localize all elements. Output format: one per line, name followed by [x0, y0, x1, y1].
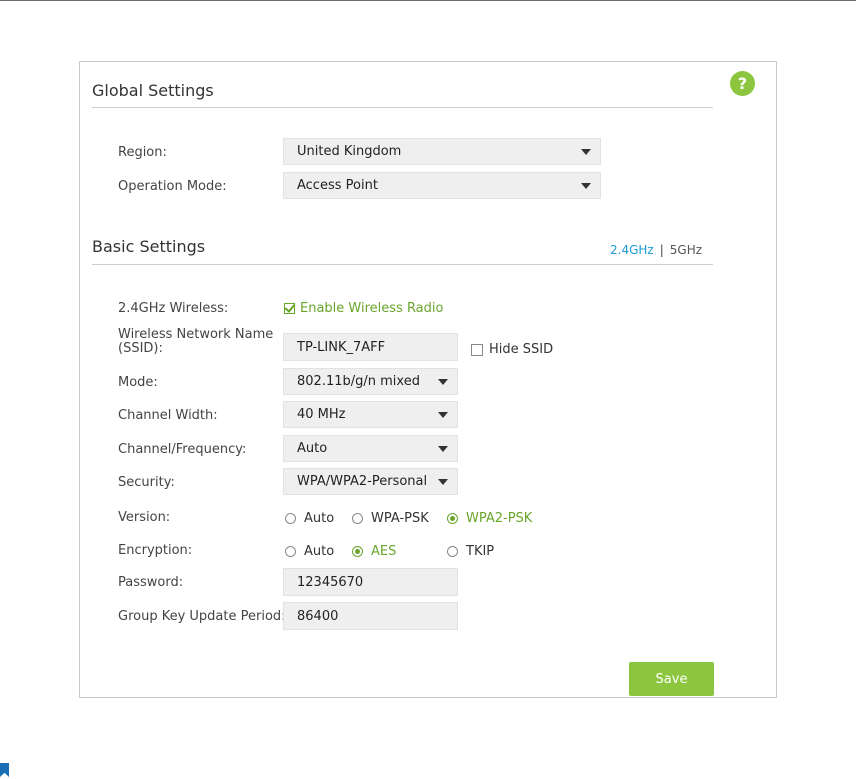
wireless-label: 2.4GHz Wireless:: [118, 301, 229, 316]
checkbox-checked-icon: [284, 303, 295, 314]
ssid-label-line1: Wireless Network Name: [118, 327, 274, 342]
encryption-radio-tkip[interactable]: TKIP: [447, 544, 494, 559]
operation-mode-select[interactable]: Access Point: [283, 172, 601, 199]
encryption-radio-auto[interactable]: Auto: [285, 544, 334, 559]
version-radio-auto[interactable]: Auto: [285, 511, 334, 526]
encryption-option-tkip: TKIP: [466, 544, 495, 559]
chevron-down-icon: [438, 446, 448, 452]
group-key-label: Group Key Update Period:: [118, 609, 286, 624]
band-tabs: 2.4GHz | 5GHz: [610, 243, 702, 257]
mode-value: 802.11b/g/n mixed: [297, 374, 420, 389]
radio-unchecked-icon: [285, 546, 296, 557]
version-option-auto: Auto: [304, 511, 335, 526]
ssid-label: Wireless Network Name (SSID):: [118, 328, 273, 356]
basic-settings-divider: [92, 264, 713, 265]
band-tab-separator: |: [659, 243, 664, 257]
password-value: 12345670: [297, 574, 364, 590]
encryption-label: Encryption:: [118, 543, 193, 558]
chevron-down-icon: [438, 479, 448, 485]
ssid-label-line2: (SSID):: [118, 341, 163, 356]
chevron-down-icon: [438, 379, 448, 385]
radio-unchecked-icon: [285, 513, 296, 524]
channel-width-value: 40 MHz: [297, 407, 346, 422]
mode-select[interactable]: 802.11b/g/n mixed: [283, 368, 458, 395]
chevron-down-icon: [581, 149, 591, 155]
security-select[interactable]: WPA/WPA2-Personal: [283, 468, 458, 495]
channel-width-label: Channel Width:: [118, 408, 218, 423]
version-option-wpa2-psk: WPA2-PSK: [466, 511, 533, 526]
security-label: Security:: [118, 475, 175, 490]
checkbox-unchecked-icon: [471, 343, 483, 356]
password-input[interactable]: 12345670: [283, 568, 458, 596]
global-settings-divider: [92, 107, 713, 108]
region-value: United Kingdom: [297, 144, 402, 159]
tab-5ghz[interactable]: 5GHz: [670, 243, 702, 257]
radio-unchecked-icon: [352, 513, 363, 524]
operation-mode-label: Operation Mode:: [118, 179, 227, 194]
channel-width-select[interactable]: 40 MHz: [283, 401, 458, 428]
basic-settings-title: Basic Settings: [92, 237, 206, 256]
hide-ssid-checkbox[interactable]: Hide SSID: [471, 342, 553, 357]
group-key-input[interactable]: 86400: [283, 602, 458, 630]
mode-label: Mode:: [118, 375, 158, 390]
group-key-value: 86400: [297, 608, 339, 624]
radio-checked-icon: [447, 513, 458, 524]
chevron-down-icon: [581, 183, 591, 189]
tab-2-4ghz[interactable]: 2.4GHz: [610, 243, 654, 257]
channel-frequency-value: Auto: [297, 441, 328, 456]
enable-wireless-radio-label: Enable Wireless Radio: [300, 301, 444, 316]
chevron-down-icon: [438, 412, 448, 418]
password-label: Password:: [118, 575, 184, 590]
channel-frequency-label: Channel/Frequency:: [118, 442, 247, 457]
encryption-option-auto: Auto: [304, 544, 335, 559]
encryption-radio-aes[interactable]: AES: [352, 544, 396, 559]
help-icon[interactable]: ?: [730, 71, 755, 96]
enable-wireless-radio-checkbox[interactable]: Enable Wireless Radio: [284, 301, 443, 316]
ssid-value: TP-LINK_7AFF: [297, 339, 386, 355]
channel-frequency-select[interactable]: Auto: [283, 435, 458, 462]
version-radio-wpa-psk[interactable]: WPA-PSK: [352, 511, 429, 526]
region-select[interactable]: United Kingdom: [283, 138, 601, 165]
top-divider: [0, 0, 856, 1]
global-settings-title: Global Settings: [92, 81, 214, 100]
operation-mode-value: Access Point: [297, 178, 378, 193]
security-value: WPA/WPA2-Personal: [297, 474, 428, 489]
region-label: Region:: [118, 145, 167, 160]
ssid-input[interactable]: TP-LINK_7AFF: [283, 333, 458, 361]
radio-unchecked-icon: [447, 546, 458, 557]
radio-checked-icon: [352, 546, 363, 557]
encryption-option-aes: AES: [371, 544, 397, 559]
hide-ssid-label: Hide SSID: [489, 342, 554, 357]
version-label: Version:: [118, 510, 171, 525]
bookmark-icon: [0, 763, 9, 777]
version-radio-wpa2-psk[interactable]: WPA2-PSK: [447, 511, 532, 526]
save-button[interactable]: Save: [629, 662, 714, 696]
version-option-wpa-psk: WPA-PSK: [371, 511, 429, 526]
